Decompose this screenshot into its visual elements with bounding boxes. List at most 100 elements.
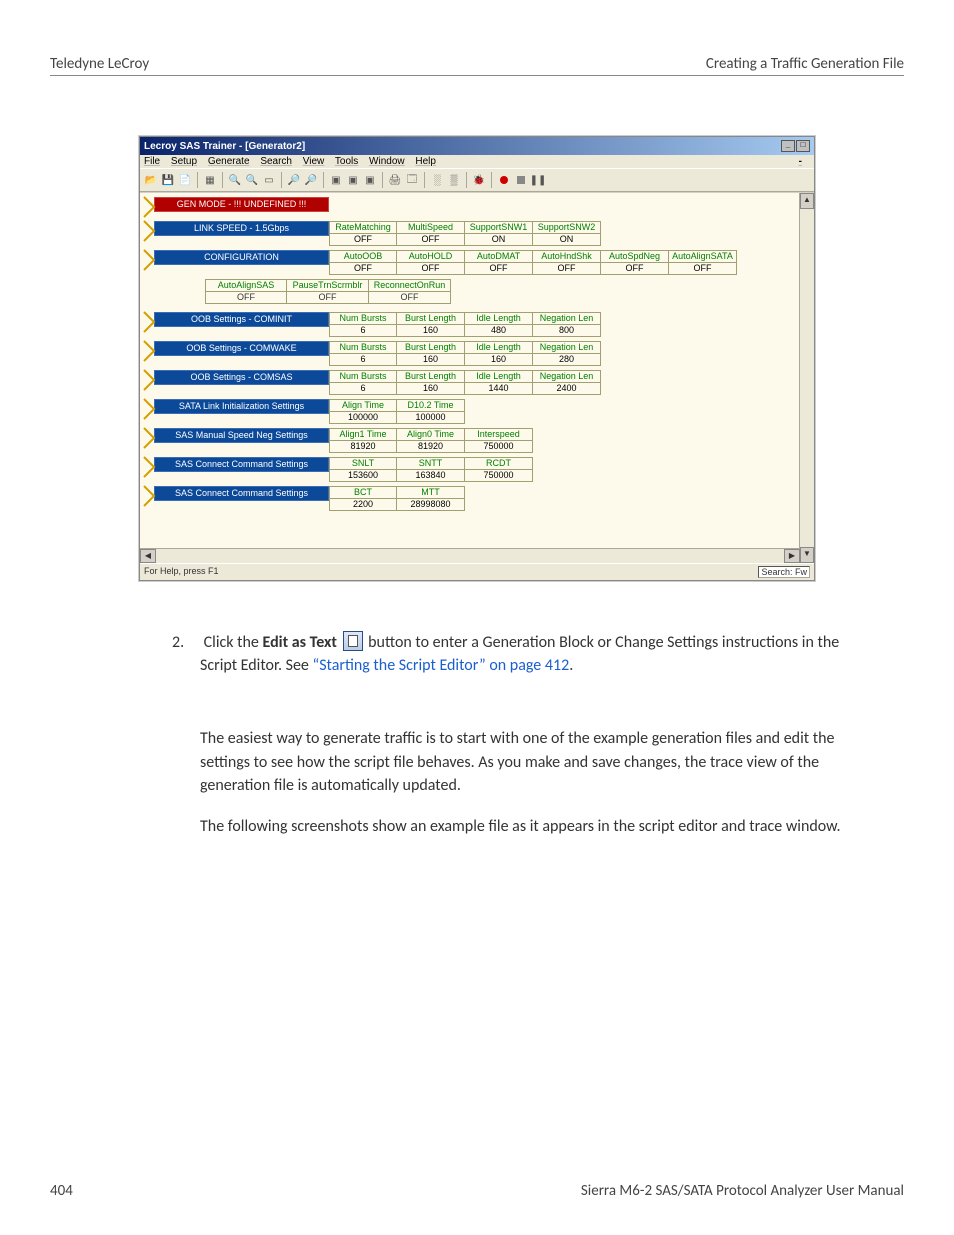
window-titlebar: Lecroy SAS Trainer - [Generator2] _ □ (140, 137, 814, 155)
maximize-icon[interactable]: □ (796, 140, 810, 152)
cell-value: 81920 (397, 441, 465, 453)
row-label[interactable]: GEN MODE - !!! UNDEFINED !!! (154, 197, 329, 212)
pattern1-icon[interactable]: ░ (430, 173, 444, 187)
cell-value: 28998080 (397, 499, 465, 511)
cell-value: OFF (287, 292, 369, 304)
vertical-scrollbar[interactable]: ▲ ▼ (799, 193, 814, 563)
footer-title: Sierra M6-2 SAS/SATA Protocol Analyzer U… (581, 1182, 904, 1200)
pattern2-icon[interactable]: ▒ (447, 173, 461, 187)
row-label[interactable]: SAS Connect Command Settings (154, 486, 329, 501)
trace-row: LINK SPEED - 1.5GbpsRateMatchingOFFMulti… (140, 221, 814, 246)
edit-as-text-icon[interactable]: 📄 (178, 173, 192, 187)
page-footer: 404 Sierra M6-2 SAS/SATA Protocol Analyz… (50, 1182, 904, 1200)
menu-window[interactable]: Window (369, 156, 405, 167)
fit-icon[interactable]: ▭ (262, 173, 276, 187)
cell-header: MultiSpeed (397, 221, 465, 234)
step-number: 2. (172, 631, 200, 654)
status-text: For Help, press F1 (144, 566, 219, 578)
cell-header: D10.2 Time (397, 399, 465, 412)
paragraph-2: The following screenshots show an exampl… (200, 815, 854, 838)
stop-icon[interactable] (514, 173, 528, 187)
cell: Burst Length160 (397, 312, 465, 337)
cell-header: Idle Length (465, 341, 533, 354)
cell-value: OFF (205, 292, 287, 304)
row-label[interactable]: OOB Settings - COMSAS (154, 370, 329, 385)
cell-value: 750000 (465, 441, 533, 453)
status-search: Search: Fw (758, 566, 810, 578)
cell-value: 480 (465, 325, 533, 337)
scroll-down-icon[interactable]: ▼ (800, 547, 814, 563)
trace-row: GEN MODE - !!! UNDEFINED !!! (140, 197, 814, 217)
cell: Negation Len2400 (533, 370, 601, 395)
cell-value: 160 (397, 325, 465, 337)
horizontal-scrollbar[interactable]: ◀ ▶ (140, 548, 800, 563)
preview-icon[interactable]: 🗔 (405, 173, 419, 187)
cell-header: Idle Length (465, 312, 533, 325)
cell-value: 6 (329, 354, 397, 366)
cell-value: 6 (329, 325, 397, 337)
row-label[interactable]: SAS Connect Command Settings (154, 457, 329, 472)
cell-value: 160 (397, 383, 465, 395)
find-icon[interactable]: 🔎 (287, 173, 301, 187)
cell-header: AutoAlignSAS (205, 279, 287, 292)
step-link[interactable]: “Starting the Script Editor” on page 412 (313, 656, 570, 675)
scroll-right-icon[interactable]: ▶ (784, 549, 800, 563)
cell-value: OFF (601, 263, 669, 275)
print-icon[interactable]: 🖨 (388, 173, 402, 187)
row-connector-icon (142, 250, 154, 270)
row-label[interactable]: OOB Settings - COMINIT (154, 312, 329, 327)
window-buttons: _ □ (781, 140, 810, 152)
cell-header: Idle Length (465, 370, 533, 383)
cell-header: AutoSpdNeg (601, 250, 669, 263)
step-text-a: Click the (204, 633, 263, 652)
cell-header: BCT (329, 486, 397, 499)
cell-value: 1440 (465, 383, 533, 395)
menu-setup[interactable]: Setup (171, 156, 197, 167)
cell-value: 2200 (329, 499, 397, 511)
find-next-icon[interactable]: 🔎 (304, 173, 318, 187)
cell: AutoAlignSASOFF (205, 279, 287, 304)
save-icon[interactable]: 💾 (161, 173, 175, 187)
menu-generate[interactable]: Generate (208, 156, 250, 167)
row-label[interactable]: SATA Link Initialization Settings (154, 399, 329, 414)
toolbar: 📂 💾 📄 ▦ 🔍 🔍 ▭ 🔎 🔎 ▣ ▣ ▣ 🖨 🗔 ░ ▒ 🐞 (140, 168, 814, 192)
tool-b-icon[interactable]: ▣ (346, 173, 360, 187)
scroll-left-icon[interactable]: ◀ (140, 549, 156, 563)
cell-header: SNLT (329, 457, 397, 470)
menu-search[interactable]: Search (260, 156, 292, 167)
trace-row: SAS Connect Command SettingsSNLT153600SN… (140, 457, 814, 482)
cell-value: OFF (465, 263, 533, 275)
row-cells: Num Bursts6Burst Length160Idle Length160… (329, 341, 601, 366)
tool-c-icon[interactable]: ▣ (363, 173, 377, 187)
cell-header: Interspeed (465, 428, 533, 441)
minimize-icon[interactable]: _ (781, 140, 795, 152)
pause-icon[interactable]: ❚❚ (531, 173, 545, 187)
row-label[interactable]: OOB Settings - COMWAKE (154, 341, 329, 356)
trace-row: SATA Link Initialization SettingsAlign T… (140, 399, 814, 424)
menu-tools[interactable]: Tools (335, 156, 358, 167)
menu-view[interactable]: View (303, 156, 325, 167)
scroll-up-icon[interactable]: ▲ (800, 193, 814, 209)
row-label[interactable]: SAS Manual Speed Neg Settings (154, 428, 329, 443)
menu-file[interactable]: File (144, 156, 160, 167)
row-label[interactable]: LINK SPEED - 1.5Gbps (154, 221, 329, 236)
bug-icon[interactable]: 🐞 (472, 173, 486, 187)
record-icon[interactable] (497, 173, 511, 187)
cell-value: 800 (533, 325, 601, 337)
cell: PauseTrnScrmblrOFF (287, 279, 369, 304)
open-icon[interactable]: 📂 (144, 173, 158, 187)
menu-help[interactable]: Help (415, 156, 436, 167)
cell-value: 81920 (329, 441, 397, 453)
zoom-in-icon[interactable]: 🔍 (228, 173, 242, 187)
grid-icon[interactable]: ▦ (203, 173, 217, 187)
row-label[interactable]: CONFIGURATION (154, 250, 329, 265)
step-text-c: . (569, 656, 573, 675)
cell: Interspeed750000 (465, 428, 533, 453)
trace-row: CONFIGURATIONAutoOOBOFFAutoHOLDOFFAutoDM… (140, 250, 814, 275)
cell-value: OFF (397, 234, 465, 246)
tool-a-icon[interactable]: ▣ (329, 173, 343, 187)
cell-value: 153600 (329, 470, 397, 482)
cell-value: 100000 (397, 412, 465, 424)
zoom-out-icon[interactable]: 🔍 (245, 173, 259, 187)
app-screenshot: Lecroy SAS Trainer - [Generator2] _ □ Fi… (139, 136, 815, 581)
